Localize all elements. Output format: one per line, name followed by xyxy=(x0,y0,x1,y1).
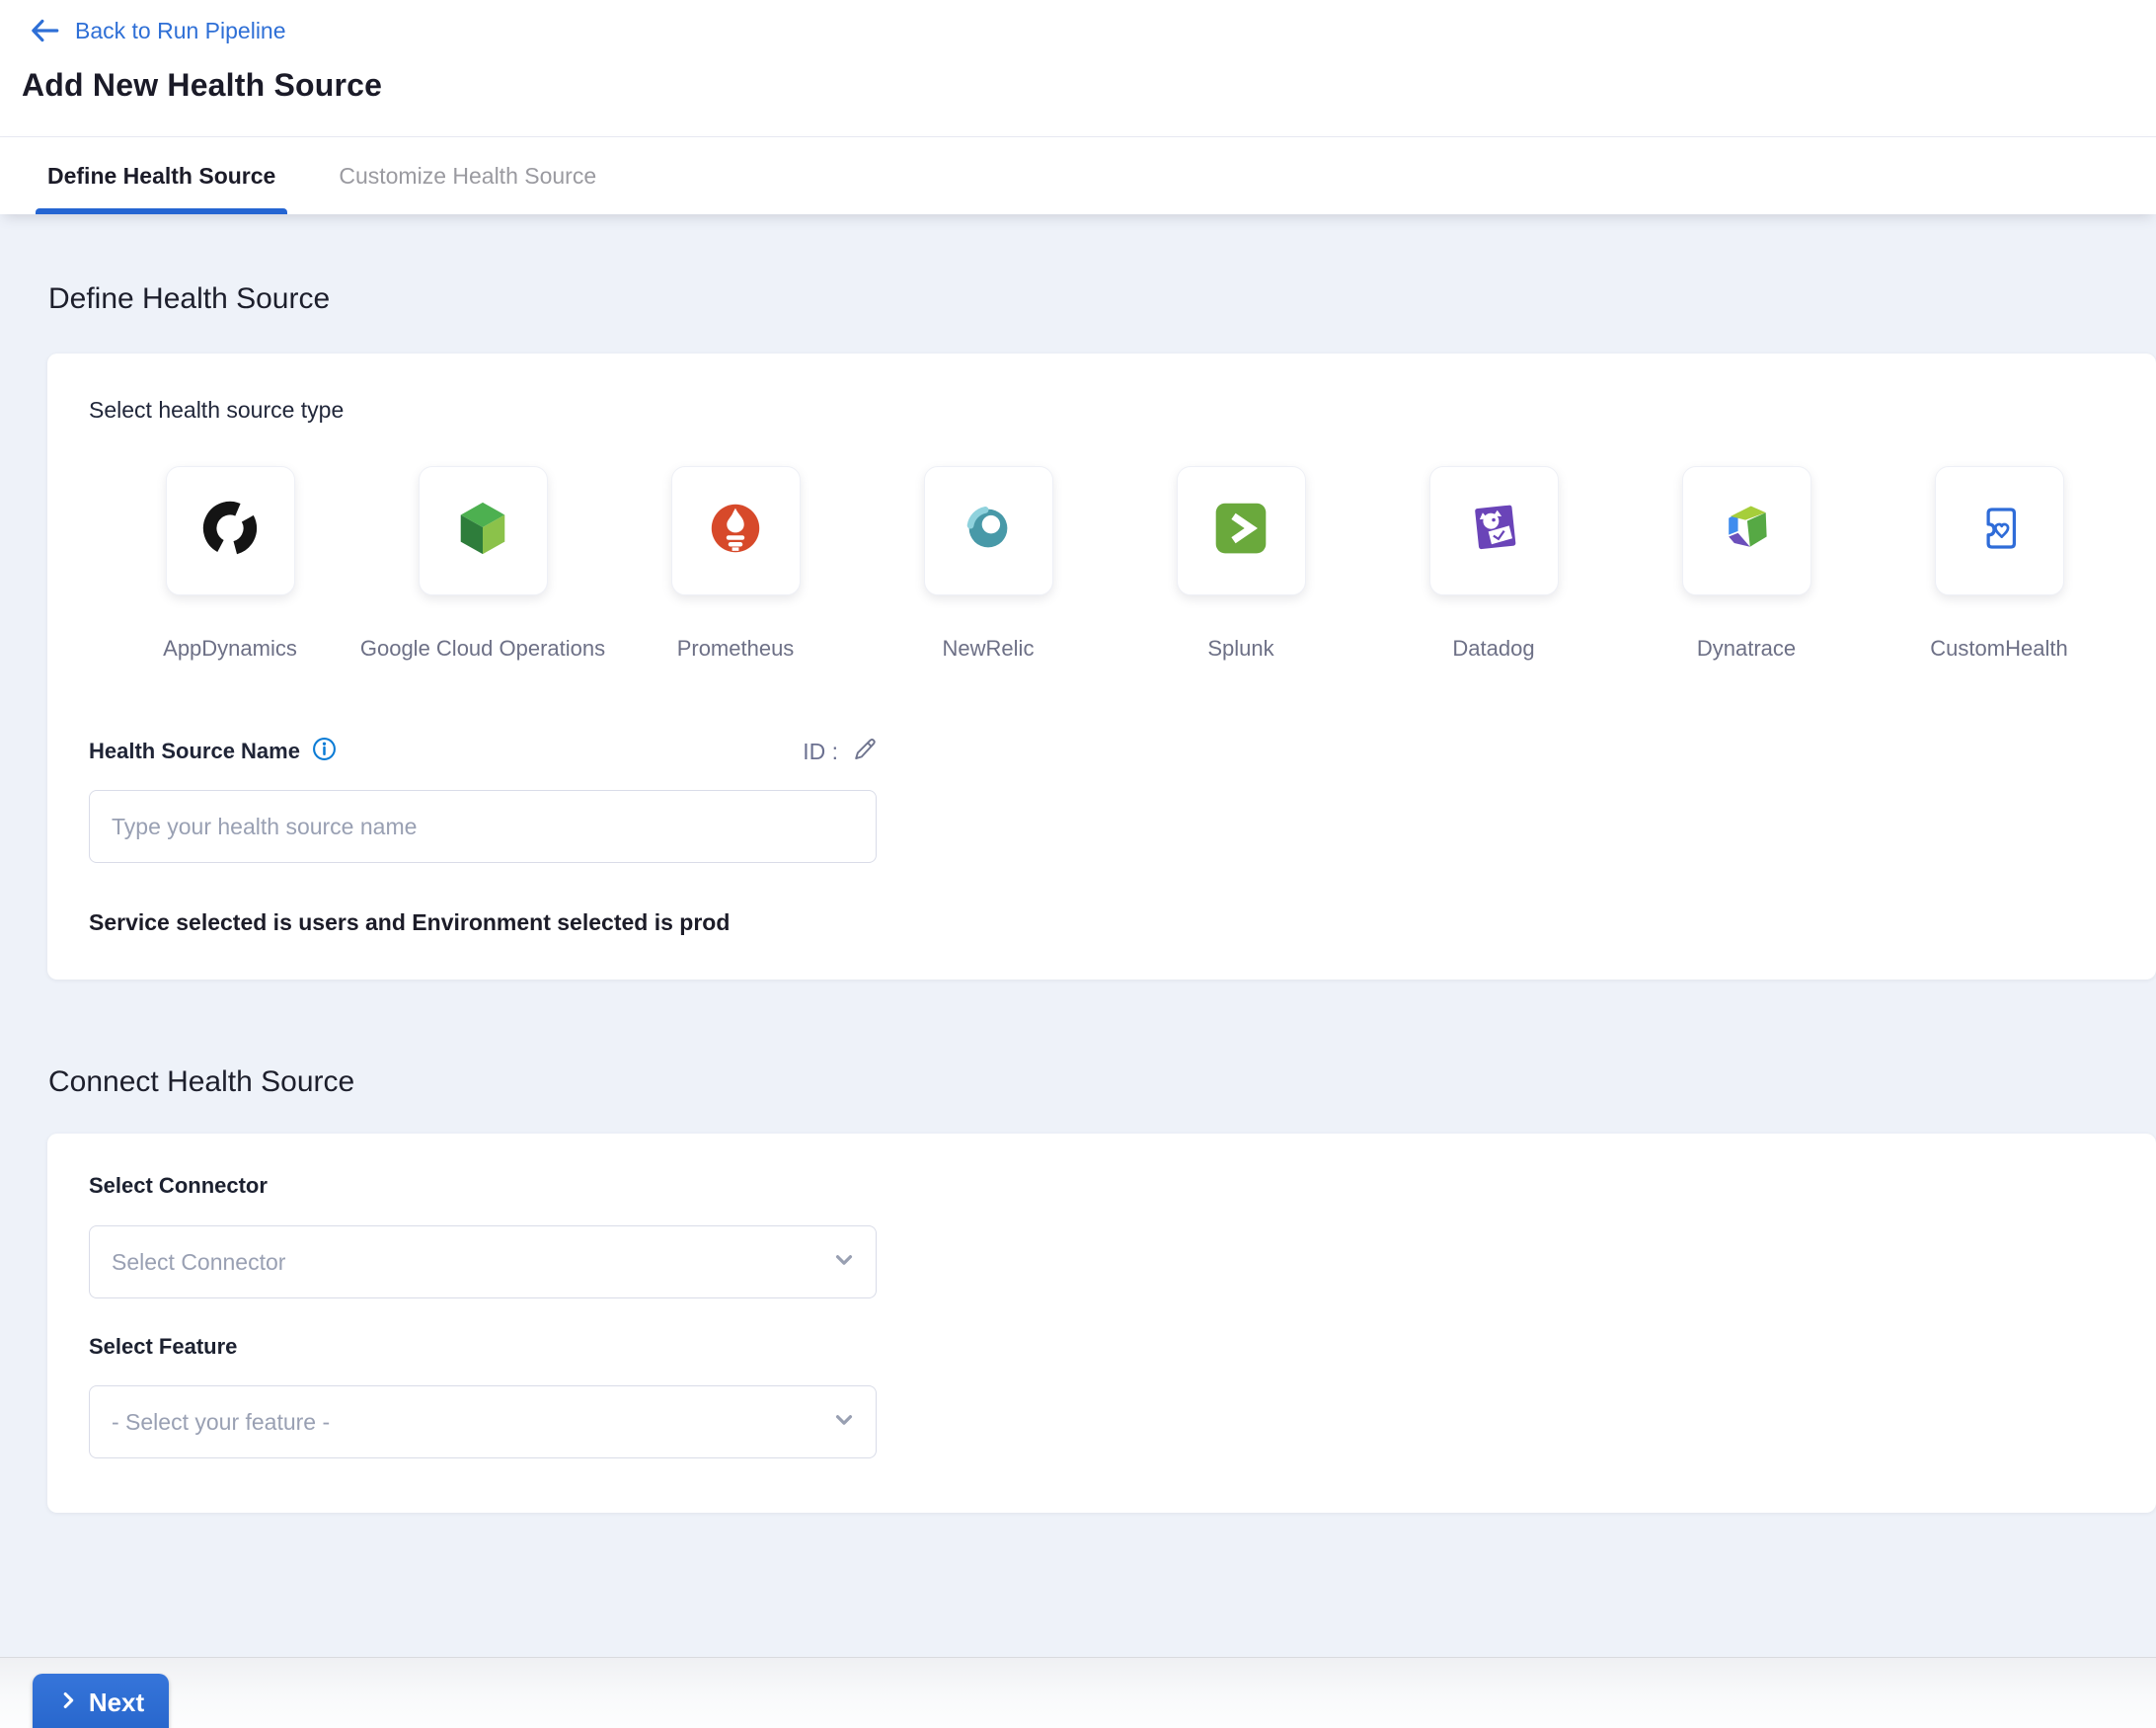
google-cloud-operations-icon xyxy=(452,498,513,564)
source-type-label: Splunk xyxy=(1207,636,1273,662)
connect-health-source-card: Select Connector Select Connector Select… xyxy=(47,1134,2156,1513)
feature-select-placeholder: - Select your feature - xyxy=(112,1409,330,1436)
next-button-label: Next xyxy=(89,1688,144,1718)
tab-label: Define Health Source xyxy=(47,163,275,190)
tab-customize-health-source[interactable]: Customize Health Source xyxy=(327,137,608,214)
source-type-appdynamics[interactable]: AppDynamics xyxy=(104,466,356,662)
chevron-right-icon xyxy=(57,1688,79,1718)
source-type-label: Google Cloud Operations xyxy=(360,636,605,662)
define-health-source-card: Select health source type AppDynamics xyxy=(47,353,2156,980)
page-title: Add New Health Source xyxy=(22,67,2156,104)
prometheus-tile[interactable] xyxy=(671,466,801,595)
back-arrow-icon xyxy=(28,14,61,47)
source-type-customhealth[interactable]: CustomHealth xyxy=(1873,466,2125,662)
source-type-newrelic[interactable]: NewRelic xyxy=(862,466,1115,662)
define-section-heading: Define Health Source xyxy=(0,214,2156,316)
id-label: ID : xyxy=(803,739,838,765)
footer-bar: Next xyxy=(0,1657,2156,1728)
chevron-down-icon xyxy=(830,1246,858,1279)
source-type-label: Prometheus xyxy=(677,636,795,662)
select-type-label: Select health source type xyxy=(89,353,2156,424)
tab-label: Customize Health Source xyxy=(339,163,596,190)
appdynamics-icon xyxy=(199,498,261,564)
health-source-name-label: Health Source Name xyxy=(89,739,300,764)
google-cloud-operations-tile[interactable] xyxy=(419,466,548,595)
health-source-name-row: Health Source Name ID : xyxy=(89,737,877,766)
health-source-name-input[interactable] xyxy=(89,790,877,863)
splunk-tile[interactable] xyxy=(1177,466,1306,595)
id-group: ID : xyxy=(803,736,877,768)
edit-id-pencil-icon[interactable] xyxy=(850,736,877,768)
source-type-datadog[interactable]: Datadog xyxy=(1367,466,1620,662)
dynatrace-tile[interactable] xyxy=(1682,466,1811,595)
connector-select-placeholder: Select Connector xyxy=(112,1249,285,1276)
select-feature-label: Select Feature xyxy=(89,1334,2156,1360)
next-button[interactable]: Next xyxy=(33,1674,169,1728)
appdynamics-tile[interactable] xyxy=(166,466,295,595)
datadog-tile[interactable] xyxy=(1429,466,1559,595)
select-connector-label: Select Connector xyxy=(89,1134,2156,1199)
newrelic-tile[interactable] xyxy=(924,466,1053,595)
newrelic-icon xyxy=(958,498,1019,564)
source-type-prometheus[interactable]: Prometheus xyxy=(609,466,862,662)
connect-section-heading: Connect Health Source xyxy=(0,1064,2156,1099)
datadog-icon xyxy=(1464,499,1523,563)
customhealth-icon xyxy=(1970,500,2028,562)
tab-define-health-source[interactable]: Define Health Source xyxy=(36,137,287,214)
source-type-dynatrace[interactable]: Dynatrace xyxy=(1620,466,1873,662)
source-type-google-cloud-operations[interactable]: Google Cloud Operations xyxy=(356,466,609,662)
feature-select[interactable]: - Select your feature - xyxy=(89,1385,877,1458)
source-type-label: CustomHealth xyxy=(1930,636,2067,662)
info-icon[interactable] xyxy=(312,737,337,766)
connector-select[interactable]: Select Connector xyxy=(89,1225,877,1298)
back-link-row[interactable]: Back to Run Pipeline xyxy=(28,14,2156,47)
source-type-row: AppDynamics Google Cloud Operations xyxy=(104,466,2156,662)
add-health-source-page: Back to Run Pipeline Add New Health Sour… xyxy=(0,0,2156,1728)
header: Back to Run Pipeline Add New Health Sour… xyxy=(0,0,2156,136)
source-type-label: NewRelic xyxy=(943,636,1035,662)
source-type-label: Dynatrace xyxy=(1697,636,1796,662)
source-type-label: Datadog xyxy=(1452,636,1534,662)
tab-bar: Define Health Source Customize Health So… xyxy=(0,136,2156,214)
prometheus-icon xyxy=(705,498,766,564)
main-content: Define Health Source Select health sourc… xyxy=(0,214,2156,1657)
back-to-run-pipeline-link[interactable]: Back to Run Pipeline xyxy=(75,18,286,44)
chevron-down-icon xyxy=(830,1406,858,1439)
dynatrace-icon xyxy=(1717,499,1776,563)
source-type-splunk[interactable]: Splunk xyxy=(1115,466,1367,662)
service-environment-text: Service selected is users and Environmen… xyxy=(89,909,2156,936)
customhealth-tile[interactable] xyxy=(1935,466,2064,595)
splunk-icon xyxy=(1211,499,1270,563)
source-type-label: AppDynamics xyxy=(163,636,297,662)
